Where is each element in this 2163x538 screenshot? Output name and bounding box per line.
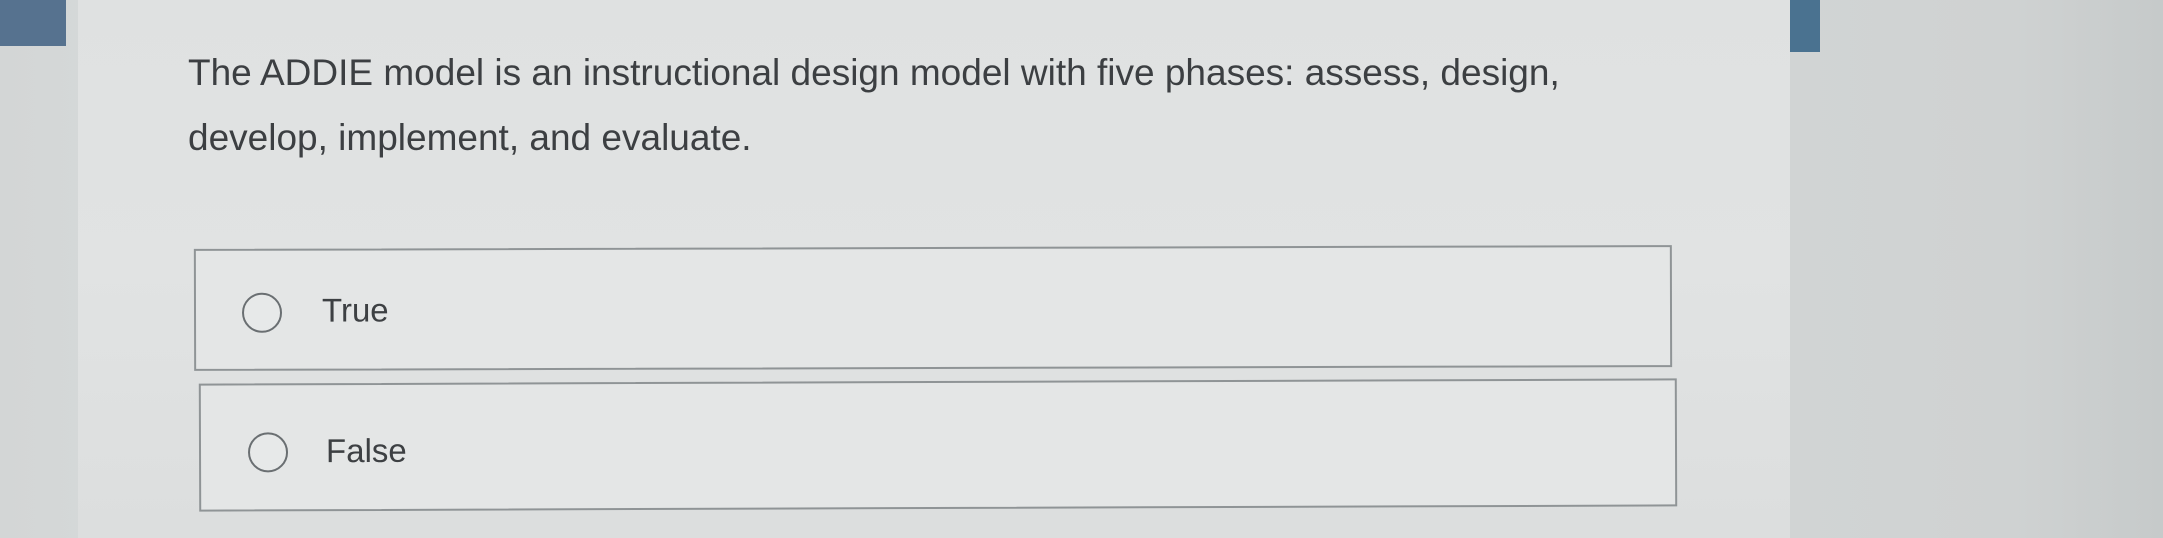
option-false-label: False (325, 431, 407, 470)
radio-unchecked-icon[interactable] (241, 292, 283, 333)
option-true[interactable]: True (193, 245, 1673, 371)
option-true-label: True (321, 291, 389, 329)
page-edge-background (1790, 0, 2163, 538)
radio-unchecked-icon[interactable] (247, 432, 289, 473)
question-text: The ADDIE model is an instructional desi… (188, 52, 1560, 158)
option-false[interactable]: False (198, 378, 1678, 512)
left-accent-tab (0, 0, 66, 46)
